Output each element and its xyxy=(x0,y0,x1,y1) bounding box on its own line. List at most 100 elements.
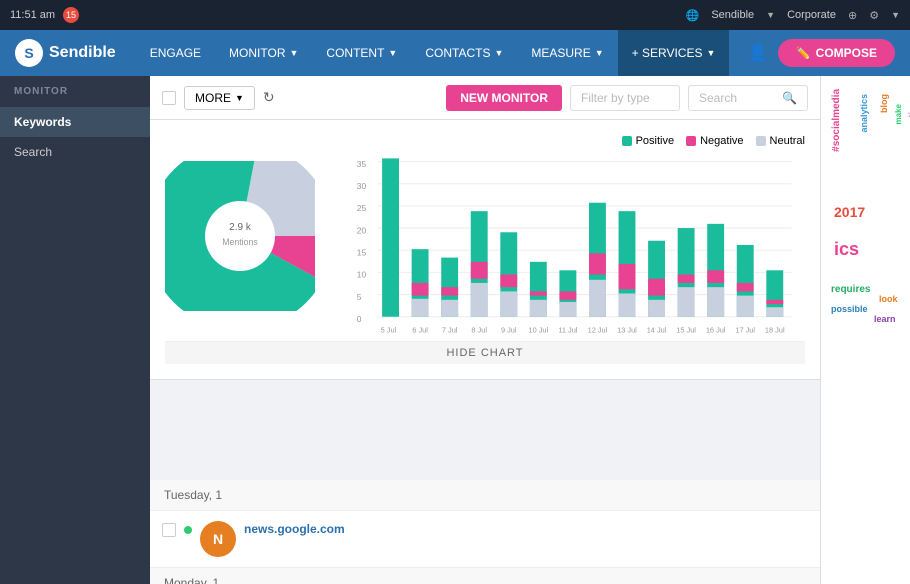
item-checkbox[interactable] xyxy=(162,523,176,537)
legend-negative: Negative xyxy=(686,135,743,147)
compose-icon: ✏️ xyxy=(796,46,811,60)
word-socialmedia[interactable]: #socialmedia xyxy=(831,89,842,152)
negative-dot xyxy=(686,136,696,146)
sidebar-header: MONITOR xyxy=(0,76,150,107)
topbar-left: 11:51 am 15 xyxy=(10,7,79,23)
nav-engage[interactable]: ENGAGE xyxy=(136,30,215,76)
user-icon[interactable]: 👤 xyxy=(748,43,768,63)
more-caret: ▼ xyxy=(235,93,244,103)
nav-contacts[interactable]: CONTACTS ▼ xyxy=(411,30,517,76)
svg-text:13 Jul: 13 Jul xyxy=(617,326,637,335)
nav-measure[interactable]: MEASURE ▼ xyxy=(517,30,617,76)
bar-pos-0 xyxy=(382,158,399,316)
content-caret: ▼ xyxy=(388,48,397,58)
feed-meta: news.google.com xyxy=(244,521,808,536)
word-possible[interactable]: possible xyxy=(831,304,868,314)
bar-group-4: 9 Jul xyxy=(500,232,517,334)
neutral-label: Neutral xyxy=(770,135,805,147)
legend-positive: Positive xyxy=(622,135,675,147)
search-box[interactable]: Search 🔍 xyxy=(688,85,808,111)
word-cloud: #socialmedia analytics blog make time 20… xyxy=(829,84,902,576)
nav-monitor[interactable]: MONITOR ▼ xyxy=(215,30,312,76)
word-make[interactable]: make xyxy=(894,104,903,124)
chart-legend: Positive Negative Neutral xyxy=(622,135,805,147)
nav-monitor-label: MONITOR xyxy=(229,46,285,60)
legend-neutral: Neutral xyxy=(756,135,805,147)
feed: Positive Negative Neutral xyxy=(150,120,820,584)
svg-text:25: 25 xyxy=(357,203,367,213)
svg-text:10 Jul: 10 Jul xyxy=(528,326,548,335)
right-panel: #socialmedia analytics blog make time 20… xyxy=(820,76,910,584)
more-label: MORE xyxy=(195,91,231,105)
word-ics[interactable]: ics xyxy=(834,239,859,260)
more-button[interactable]: MORE ▼ xyxy=(184,86,255,110)
caret2-icon: ▼ xyxy=(891,10,900,20)
svg-text:20: 20 xyxy=(357,225,367,235)
hide-chart-button[interactable]: HIDE CHART xyxy=(165,341,805,364)
svg-text:35: 35 xyxy=(357,159,367,169)
content-header: MORE ▼ ↻ NEW MONITOR Filter by type Sear… xyxy=(150,76,820,120)
nav-content-label: CONTENT xyxy=(326,46,384,60)
settings-icon[interactable]: ⚙ xyxy=(869,9,879,22)
positive-dot xyxy=(622,136,632,146)
compose-button[interactable]: ✏️ COMPOSE xyxy=(778,39,895,67)
nav-right: 👤 ✏️ COMPOSE xyxy=(748,39,895,67)
word-2017[interactable]: 2017 xyxy=(834,204,865,220)
bar-group-8: 13 Jul xyxy=(617,211,637,334)
logo-text: Sendible xyxy=(49,44,116,62)
sidebar-item-keywords[interactable]: Keywords xyxy=(0,107,150,137)
svg-text:18 Jul: 18 Jul xyxy=(765,326,785,335)
chart-overlay: Positive Negative Neutral xyxy=(150,120,820,380)
nav-services-label: + SERVICES xyxy=(632,46,703,60)
feed-avatar: N xyxy=(200,521,236,557)
new-monitor-button[interactable]: NEW MONITOR xyxy=(446,85,562,111)
word-analytics[interactable]: analytics xyxy=(859,94,869,133)
notification-badge[interactable]: 15 xyxy=(63,7,79,23)
svg-text:8 Jul: 8 Jul xyxy=(471,326,487,335)
word-blog[interactable]: blog xyxy=(879,94,889,113)
nav-services[interactable]: + SERVICES ▼ xyxy=(618,30,730,76)
feed-item-tuesday-1: N news.google.com xyxy=(150,511,820,568)
nav-content[interactable]: CONTENT ▼ xyxy=(312,30,411,76)
svg-text:11 Jul: 11 Jul xyxy=(558,326,577,335)
measure-caret: ▼ xyxy=(595,48,604,58)
corporate-label[interactable]: Corporate xyxy=(787,9,836,21)
select-all-checkbox[interactable] xyxy=(162,91,176,105)
navbar-logo[interactable]: S Sendible xyxy=(15,39,116,67)
tuesday-label: Tuesday, 1 xyxy=(164,488,222,502)
nav-contacts-label: CONTACTS xyxy=(425,46,490,60)
svg-text:6 Jul: 6 Jul xyxy=(412,326,428,335)
navbar: S Sendible ENGAGE MONITOR ▼ CONTENT ▼ CO… xyxy=(0,30,910,76)
svg-text:10: 10 xyxy=(357,270,367,280)
svg-text:0: 0 xyxy=(357,314,362,324)
bar-group-12: 17 Jul xyxy=(735,245,755,335)
search-icon: 🔍 xyxy=(782,91,797,105)
bar-group-9: 14 Jul xyxy=(647,241,667,335)
bar-group-7: 12 Jul xyxy=(588,203,608,335)
word-requires[interactable]: requires xyxy=(831,284,870,295)
brand-name[interactable]: Sendible xyxy=(711,9,754,21)
positive-label: Positive xyxy=(636,135,675,147)
sidebar-item-search[interactable]: Search xyxy=(0,137,150,167)
bar-group-5: 10 Jul xyxy=(528,262,548,335)
monitor-caret: ▼ xyxy=(290,48,299,58)
monday-label: Monday, 1 xyxy=(164,576,219,584)
svg-text:15: 15 xyxy=(357,248,367,258)
sidebar: MONITOR Keywords Search xyxy=(0,76,150,584)
filter-by-type[interactable]: Filter by type xyxy=(570,85,680,111)
word-look[interactable]: look xyxy=(879,294,898,304)
refresh-button[interactable]: ↻ xyxy=(263,89,275,106)
nav-items: ENGAGE MONITOR ▼ CONTENT ▼ CONTACTS ▼ ME… xyxy=(136,30,748,76)
caret-icon: ▼ xyxy=(766,10,775,20)
share-icon[interactable]: ⊕ xyxy=(848,9,857,22)
nav-engage-label: ENGAGE xyxy=(150,46,201,60)
svg-text:17 Jul: 17 Jul xyxy=(735,326,755,335)
pie-chart: 2.9 k Mentions xyxy=(165,161,315,311)
keywords-label: Keywords xyxy=(14,115,71,129)
word-learn[interactable]: learn xyxy=(874,314,896,324)
svg-text:5 Jul: 5 Jul xyxy=(381,326,397,335)
main-layout: MONITOR Keywords Search MORE ▼ ↻ NEW MON… xyxy=(0,76,910,584)
bar-group-2: 7 Jul xyxy=(441,258,458,335)
feed-author: news.google.com xyxy=(244,522,345,536)
svg-text:12 Jul: 12 Jul xyxy=(588,326,608,335)
